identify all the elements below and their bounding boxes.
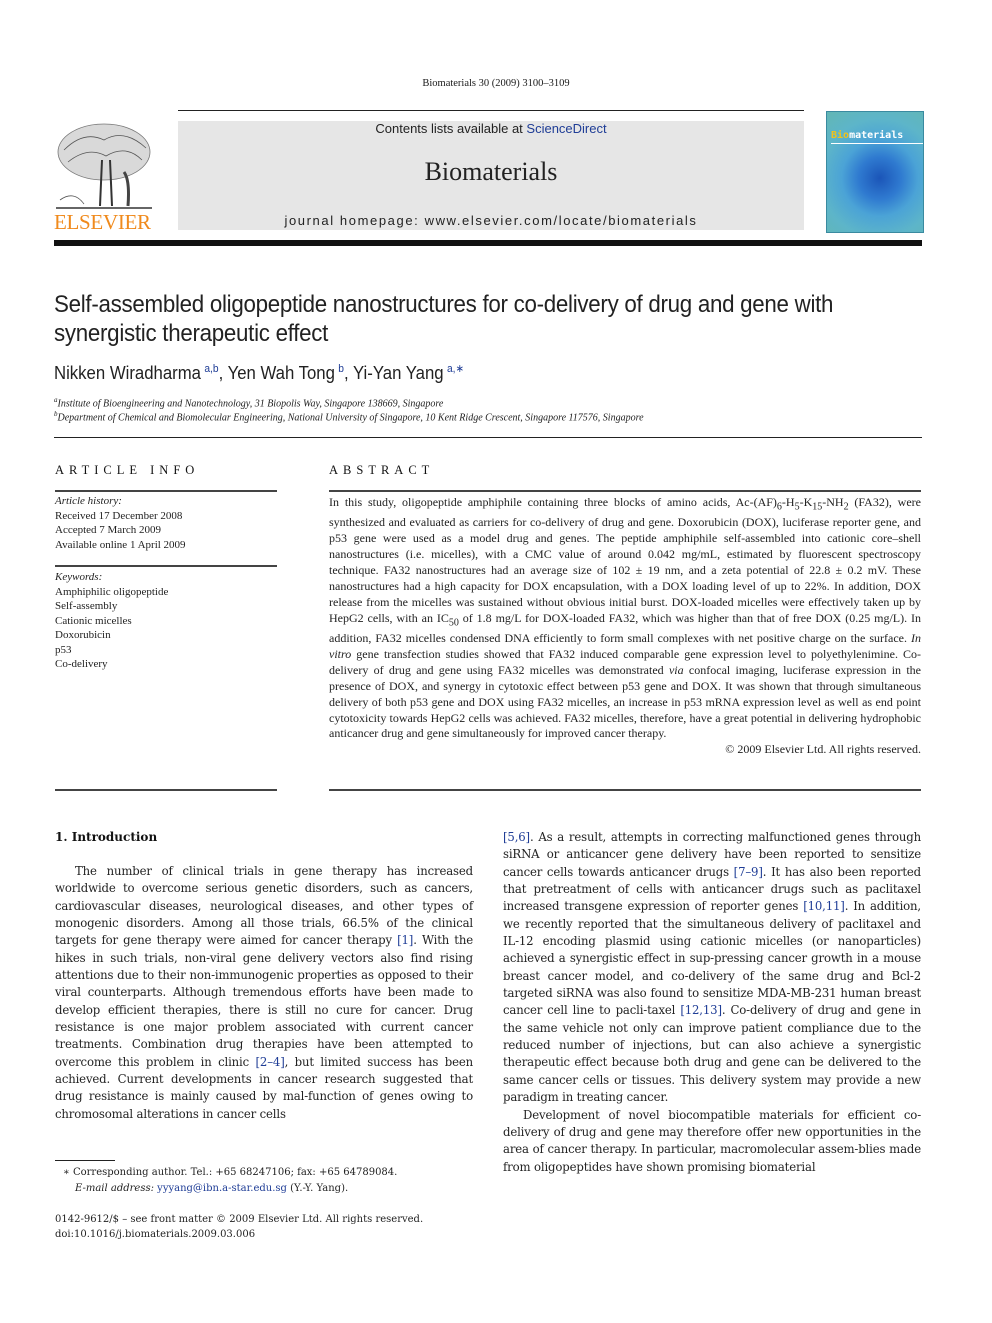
body-column-left: The number of clinical trials in gene th… [55, 863, 473, 1123]
email-note: E-mail address: yyyang@ibn.a-star.edu.sg… [75, 1183, 349, 1194]
keyword: Amphiphilic oligopeptide [55, 585, 169, 598]
divider [55, 565, 277, 567]
divider [329, 789, 921, 791]
journal-title: Biomaterials [424, 157, 558, 186]
keyword: Self-assembly [55, 600, 118, 612]
affiliation: aInstitute of Bioengineering and Nanotec… [54, 396, 444, 410]
cover-rule [831, 143, 923, 144]
body-column-right: [5,6]. As a result, attempts in correcti… [503, 829, 921, 1176]
author-affil-mark[interactable]: a,b [204, 363, 218, 375]
sciencedirect-link[interactable]: ScienceDirect [526, 121, 606, 136]
author-affil-mark[interactable]: b [338, 363, 344, 375]
email-link[interactable]: yyyang@ibn.a-star.edu.sg [157, 1183, 287, 1194]
keyword: p53 [55, 643, 72, 656]
citation-link[interactable]: [12,13] [680, 1003, 722, 1017]
abstract-text: In this study, oligopeptide amphiphile c… [329, 495, 921, 757]
article-info-heading: ARTICLE INFO [55, 463, 200, 477]
paragraph: [5,6]. As a result, attempts in correcti… [503, 830, 922, 1105]
cover-title: Biomaterials [831, 130, 904, 141]
history-item: Accepted 7 March 2009 [55, 524, 161, 536]
divider [55, 789, 277, 791]
author-affil-mark[interactable]: a,∗ [447, 363, 464, 375]
elsevier-wordmark: ELSEVIER [54, 210, 151, 234]
journal-cover-image: Biomaterials [826, 111, 924, 233]
header-rule [178, 110, 804, 111]
keyword: Cationic micelles [55, 614, 132, 627]
footnote-rule [55, 1160, 115, 1161]
doi[interactable]: doi:10.1016/j.biomaterials.2009.03.006 [55, 1227, 255, 1243]
divider [55, 490, 277, 492]
citation-link[interactable]: [10,11] [803, 899, 845, 913]
corresponding-author-note: ∗ Corresponding author. Tel.: +65 682471… [63, 1167, 398, 1178]
header-thick-rule [54, 240, 922, 246]
citation-link[interactable]: [7–9] [734, 865, 763, 879]
citation-link[interactable]: [5,6] [503, 830, 530, 844]
keyword: Doxorubicin [55, 629, 111, 641]
citation-link[interactable]: [1] [397, 933, 413, 947]
journal-masthead: Contents lists available at ScienceDirec… [178, 121, 804, 230]
article-title: Self-assembled oligopeptide nanostructur… [54, 291, 834, 347]
author-name[interactable]: Nikken Wiradharma [54, 363, 201, 383]
abstract-heading: ABSTRACT [329, 463, 435, 477]
history-item: Received 17 December 2008 [55, 509, 183, 522]
keyword: Co-delivery [55, 658, 108, 670]
paragraph: The number of clinical trials in gene th… [55, 864, 473, 1121]
journal-homepage-link[interactable]: journal homepage: www.elsevier.com/locat… [178, 213, 804, 228]
keywords: Keywords: Amphiphilic oligopeptide Self-… [55, 570, 277, 672]
article-history: Article history: Received 17 December 20… [55, 494, 277, 552]
author-name[interactable]: Yi-Yan Yang [353, 363, 444, 383]
running-head: Biomaterials 30 (2009) 3100–3109 [422, 78, 570, 89]
divider [54, 437, 922, 438]
divider [329, 490, 921, 492]
contents-line: Contents lists available at ScienceDirec… [375, 121, 607, 136]
affiliation: bDepartment of Chemical and Biomolecular… [54, 410, 644, 424]
section-heading-introduction: 1. Introduction [55, 830, 158, 844]
author-name[interactable]: Yen Wah Tong [228, 363, 335, 383]
front-matter-note: 0142-9612/$ – see front matter © 2009 El… [55, 1214, 424, 1225]
history-item: Available online 1 April 2009 [55, 538, 186, 551]
paragraph: Development of novel biocompatible mater… [503, 1107, 921, 1174]
citation-link[interactable]: [2–4] [256, 1055, 285, 1069]
author-list: Nikken Wiradharma a,b, Yen Wah Tong b, Y… [54, 363, 465, 383]
copyright-notice: © 2009 Elsevier Ltd. All rights reserved… [725, 742, 921, 757]
